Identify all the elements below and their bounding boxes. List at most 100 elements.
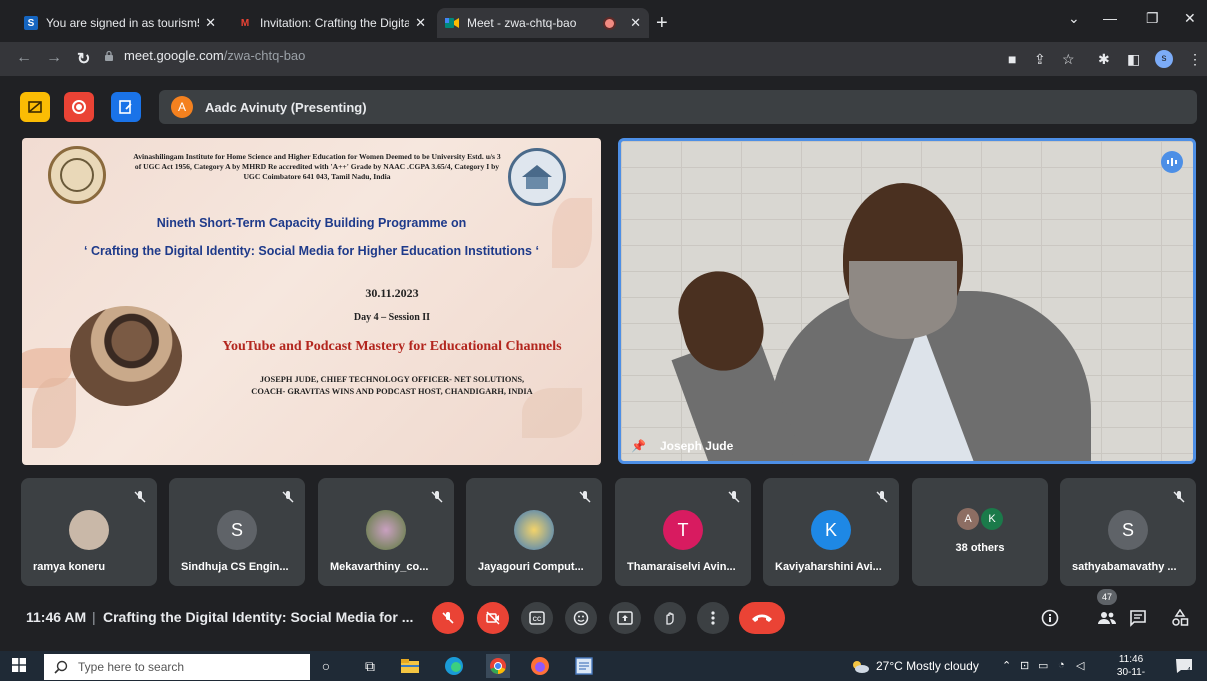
participant-photo (514, 510, 554, 550)
firefox-icon[interactable] (528, 654, 552, 678)
separator: | (92, 609, 96, 625)
meet-tray-icon[interactable]: ⊡ (1020, 659, 1029, 672)
camera-icon[interactable]: ■ (1008, 51, 1016, 67)
slide-institution: Avinashilingam Institute for Home Scienc… (133, 152, 501, 181)
speaker-photo (70, 306, 182, 406)
minimize-icon[interactable]: — (1103, 10, 1117, 26)
slide-session: Day 4 – Session II (353, 312, 431, 323)
url-domain: meet.google.com (124, 48, 224, 63)
leave-call-button[interactable] (739, 602, 785, 634)
side-panel-icon[interactable]: ◧ (1127, 51, 1140, 68)
participant-tile[interactable]: T Thamaraiselvi Avin... (615, 478, 751, 586)
notifications-icon[interactable]: 4 (1172, 654, 1196, 678)
cortana-icon[interactable]: ○ (314, 654, 338, 678)
chrome-icon[interactable] (486, 654, 510, 678)
camera-toggle-button[interactable] (477, 602, 509, 634)
share-icon[interactable]: ⇪ (1034, 51, 1046, 68)
mic-off-icon (579, 491, 591, 503)
search-icon (54, 660, 68, 674)
restore-icon[interactable]: ❐ (1146, 10, 1159, 27)
others-count-label: 38 others (955, 542, 1005, 554)
taskbar-search-box[interactable]: Type here to search (44, 654, 310, 680)
bookmark-star-icon[interactable]: ☆ (1062, 51, 1075, 68)
pin-icon[interactable]: 📌 (631, 439, 646, 453)
present-button[interactable] (609, 602, 641, 634)
meeting-title: Crafting the Digital Identity: Social Me… (103, 609, 414, 625)
tray-chevron-icon[interactable]: ⌃ (1002, 659, 1011, 672)
emoji-icon (573, 610, 589, 626)
weather-text: 27°C Mostly cloudy (876, 659, 979, 673)
record-icon[interactable] (64, 92, 94, 122)
participant-tile[interactable]: K Kaviyaharshini Avi... (763, 478, 899, 586)
speaker-video-tile[interactable]: 📌 Joseph Jude (618, 138, 1196, 464)
url-field[interactable]: meet.google.com/zwa-chtq-bao (104, 48, 305, 63)
people-icon[interactable] (1097, 608, 1117, 628)
volume-icon[interactable]: ◁ (1076, 659, 1084, 672)
institute-logo (508, 148, 566, 206)
participant-avatar: K (981, 508, 1003, 530)
participant-tile[interactable]: S sathyabamavathy ... (1060, 478, 1196, 586)
profile-avatar[interactable]: s (1155, 50, 1173, 68)
present-screen-icon (617, 611, 633, 625)
video-person-beard (849, 261, 957, 339)
reactions-button[interactable] (565, 602, 597, 634)
chevron-down-icon[interactable]: ⌄ (1068, 10, 1080, 27)
more-options-button[interactable] (697, 602, 729, 634)
participant-name: Sindhuja CS Engin... (181, 561, 289, 573)
presenter-bar[interactable]: A Aadc Avinuty (Presenting) (159, 90, 1197, 124)
participant-avatar: A (957, 508, 979, 530)
new-tab-icon[interactable]: + (656, 12, 668, 35)
participant-tile[interactable]: Jayagouri Comput... (466, 478, 602, 586)
search-placeholder: Type here to search (78, 660, 185, 674)
raise-hand-button[interactable] (654, 602, 686, 634)
battery-icon[interactable]: ▭ (1038, 659, 1048, 672)
task-view-icon[interactable]: ⧉ (358, 654, 382, 678)
clock-date: 30-11-2023 (1116, 667, 1146, 681)
tab-signed-in[interactable]: S You are signed in as tourism5 ✕ (16, 8, 224, 38)
forward-icon[interactable]: → (46, 49, 62, 67)
others-tile[interactable]: A K 38 others (912, 478, 1048, 586)
close-tab-icon[interactable]: ✕ (630, 15, 641, 31)
file-explorer-icon[interactable] (398, 654, 422, 678)
menu-dots-icon[interactable]: ⋮ (1188, 51, 1202, 68)
reload-icon[interactable]: ↻ (77, 49, 90, 69)
chat-icon[interactable] (1128, 608, 1148, 628)
attendance-icon[interactable] (111, 92, 141, 122)
edge-icon[interactable] (442, 654, 466, 678)
participant-name: Mekavarthiny_co... (330, 561, 429, 573)
mic-off-icon (728, 491, 740, 503)
windows-start-icon[interactable] (12, 658, 26, 672)
taskbar-clock[interactable]: 11:46 30-11-2023 (1106, 653, 1156, 681)
participant-tile[interactable]: ramya koneru (21, 478, 157, 586)
close-window-icon[interactable]: ✕ (1184, 10, 1196, 27)
decor-leaf (32, 378, 76, 448)
participant-name: sathyabamavathy ... (1072, 561, 1177, 573)
meeting-details-icon[interactable] (20, 92, 50, 122)
close-tab-icon[interactable]: ✕ (415, 15, 426, 31)
tab-meet[interactable]: Meet - zwa-chtq-bao ✕ (437, 8, 649, 38)
notepad-app-icon[interactable] (572, 654, 596, 678)
weather-widget[interactable]: 27°C Mostly cloudy (850, 659, 979, 673)
extensions-icon[interactable]: ✱ (1098, 51, 1110, 68)
participant-photo (366, 510, 406, 550)
participant-count-badge: 47 (1097, 589, 1117, 605)
tab-invitation[interactable]: M Invitation: Crafting the Digital Id ✕ (230, 8, 434, 38)
tab-title: Meet - zwa-chtq-bao (467, 16, 577, 30)
back-icon[interactable]: ← (16, 49, 32, 67)
meeting-info-icon[interactable] (1040, 608, 1060, 628)
speaker-name-label: 📌 Joseph Jude (631, 439, 733, 453)
participant-tile[interactable]: Mekavarthiny_co... (318, 478, 454, 586)
participant-tile[interactable]: S Sindhuja CS Engin... (169, 478, 305, 586)
wifi-icon[interactable]: ◔ (1058, 659, 1065, 671)
mic-off-icon (876, 491, 888, 503)
participant-name: Kaviyaharshini Avi... (775, 561, 882, 573)
mic-toggle-button[interactable] (432, 602, 464, 634)
speaking-indicator-icon (1161, 151, 1183, 173)
mic-off-icon (431, 491, 443, 503)
captions-button[interactable]: CC (521, 602, 553, 634)
university-seal-logo (48, 146, 106, 204)
mic-off-icon (1173, 491, 1185, 503)
activities-icon[interactable] (1170, 608, 1190, 628)
svg-text:CC: CC (533, 617, 542, 623)
close-tab-icon[interactable]: ✕ (205, 15, 216, 31)
